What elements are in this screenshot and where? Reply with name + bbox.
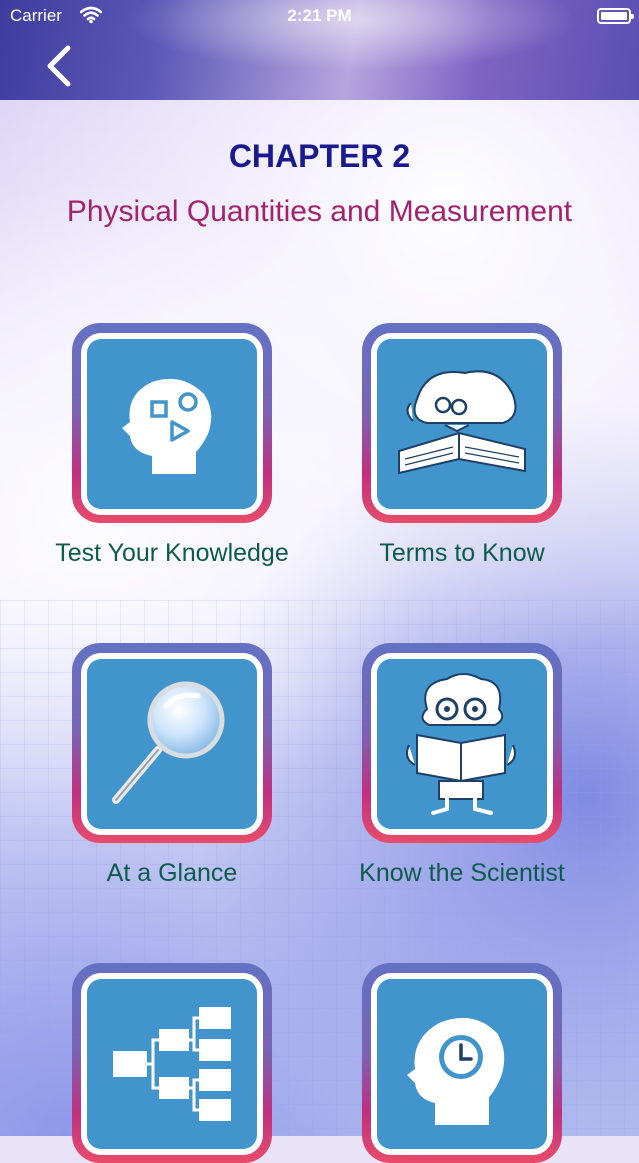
tile-frame [72, 323, 272, 523]
tile-at-a-glance[interactable]: At a Glance [72, 643, 272, 887]
clock: 2:21 PM [287, 6, 352, 25]
status-bar: Carrier 2:21 PM [0, 0, 639, 34]
tile-head-clock[interactable] [362, 963, 562, 1163]
tile-label: Terms to Know [379, 539, 545, 567]
tile-know-the-scientist[interactable]: Know the Scientist [359, 643, 565, 887]
tile-label: Test Your Knowledge [55, 539, 289, 567]
tile-frame [72, 643, 272, 843]
battery-icon [597, 8, 634, 24]
tile-label: At a Glance [106, 859, 238, 887]
back-button[interactable] [36, 44, 80, 88]
tile-frame [72, 963, 272, 1163]
tile-test-your-knowledge[interactable]: Test Your Knowledge [55, 323, 289, 567]
tile-label: Know the Scientist [359, 859, 565, 887]
magnifier-icon [112, 681, 225, 804]
flowchart-icon [113, 1007, 231, 1121]
head-shapes-icon [122, 378, 212, 474]
chapter-title: Physical Quantities and Measurement [66, 195, 573, 228]
chapter-heading: CHAPTER 2 [228, 138, 411, 174]
tile-terms-to-know[interactable]: Terms to Know [362, 323, 562, 567]
tile-frame [362, 323, 562, 523]
scientist-icon [406, 673, 516, 815]
tile-frame [362, 643, 562, 843]
tile-frame [362, 963, 562, 1163]
head-clock-icon [407, 1017, 505, 1125]
reading-book-icon [398, 370, 526, 475]
tile-flowchart[interactable] [72, 963, 272, 1163]
chevron-left-icon [47, 45, 71, 87]
